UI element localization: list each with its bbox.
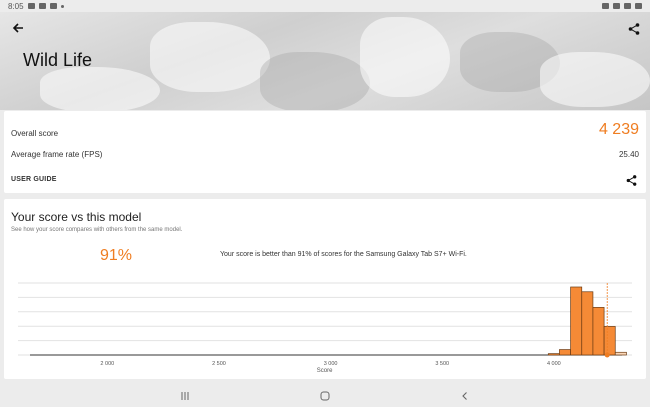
banner-rock bbox=[540, 52, 650, 107]
recent-apps-icon bbox=[181, 391, 189, 400]
battery-icon bbox=[635, 3, 642, 9]
fps-value: 25.40 bbox=[618, 150, 639, 159]
mute-icon bbox=[613, 3, 620, 9]
histogram-bar bbox=[547, 353, 560, 356]
home-button[interactable] bbox=[315, 389, 335, 403]
status-left: 8:05 bbox=[8, 2, 64, 11]
image-icon bbox=[38, 3, 46, 9]
banner-rock bbox=[260, 52, 370, 110]
user-guide-link[interactable]: USER GUIDE bbox=[11, 176, 639, 183]
histogram-bar bbox=[570, 286, 583, 356]
overall-score-label: Overall score bbox=[11, 129, 59, 138]
back-button[interactable] bbox=[10, 21, 26, 37]
cloud-icon bbox=[49, 3, 57, 9]
percentile-value: 91% bbox=[100, 247, 133, 264]
histogram-bar bbox=[581, 291, 594, 356]
navigation-bar bbox=[0, 384, 650, 407]
x-axis-label: Score bbox=[317, 368, 333, 374]
x-tick-label: 2 500 bbox=[212, 361, 226, 367]
overall-score-value: 4 239 bbox=[598, 121, 639, 138]
histogram-bar bbox=[592, 307, 605, 356]
x-tick-label: 2 000 bbox=[100, 361, 114, 367]
x-tick-label: 3 000 bbox=[324, 361, 338, 367]
status-time: 8:05 bbox=[8, 1, 24, 11]
user-score-marker bbox=[604, 352, 610, 358]
page-title: Wild Life bbox=[23, 50, 93, 70]
recent-apps-button[interactable] bbox=[175, 389, 195, 403]
back-arrow-icon bbox=[12, 23, 23, 33]
status-right bbox=[602, 3, 642, 9]
header-banner: Wild Life bbox=[0, 12, 650, 110]
fps-label: Average frame rate (FPS) bbox=[11, 150, 103, 159]
wifi-icon bbox=[624, 3, 631, 9]
histogram-bar bbox=[559, 349, 571, 356]
gallery-icon bbox=[27, 3, 35, 9]
histogram-bar bbox=[603, 326, 616, 356]
status-bar: 8:05 bbox=[0, 0, 650, 12]
comparison-subtitle: See how your score compares with others … bbox=[11, 227, 183, 233]
overall-score-row: Overall score 4 239 bbox=[11, 121, 639, 138]
share-guide-button[interactable] bbox=[626, 173, 638, 186]
x-tick-label: 4 000 bbox=[547, 361, 561, 367]
back-nav-button[interactable] bbox=[455, 389, 475, 403]
home-icon bbox=[320, 391, 330, 400]
banner-rock bbox=[40, 67, 160, 110]
comparison-title: Your score vs this model bbox=[11, 210, 142, 224]
banner-rock bbox=[360, 17, 450, 97]
score-distribution-chart: 2 000 2 500 3 000 3 500 4 000 Score bbox=[18, 282, 632, 374]
comparison-statement: Your score is better than 91% of scores … bbox=[220, 251, 467, 258]
histogram-bar bbox=[614, 351, 627, 356]
back-chevron-icon bbox=[462, 391, 467, 400]
notification-dot-icon bbox=[60, 4, 64, 8]
share-button[interactable] bbox=[628, 22, 642, 36]
score-card: Overall score 4 239 Average frame rate (… bbox=[4, 111, 646, 193]
share-icon bbox=[628, 23, 640, 35]
banner-rock bbox=[150, 22, 270, 92]
comparison-card: Your score vs this model See how your sc… bbox=[4, 199, 646, 379]
x-tick-label: 3 500 bbox=[435, 361, 449, 367]
signal-icon bbox=[602, 3, 609, 9]
share-icon bbox=[626, 175, 637, 186]
fps-row: Average frame rate (FPS) 25.40 bbox=[11, 150, 639, 159]
